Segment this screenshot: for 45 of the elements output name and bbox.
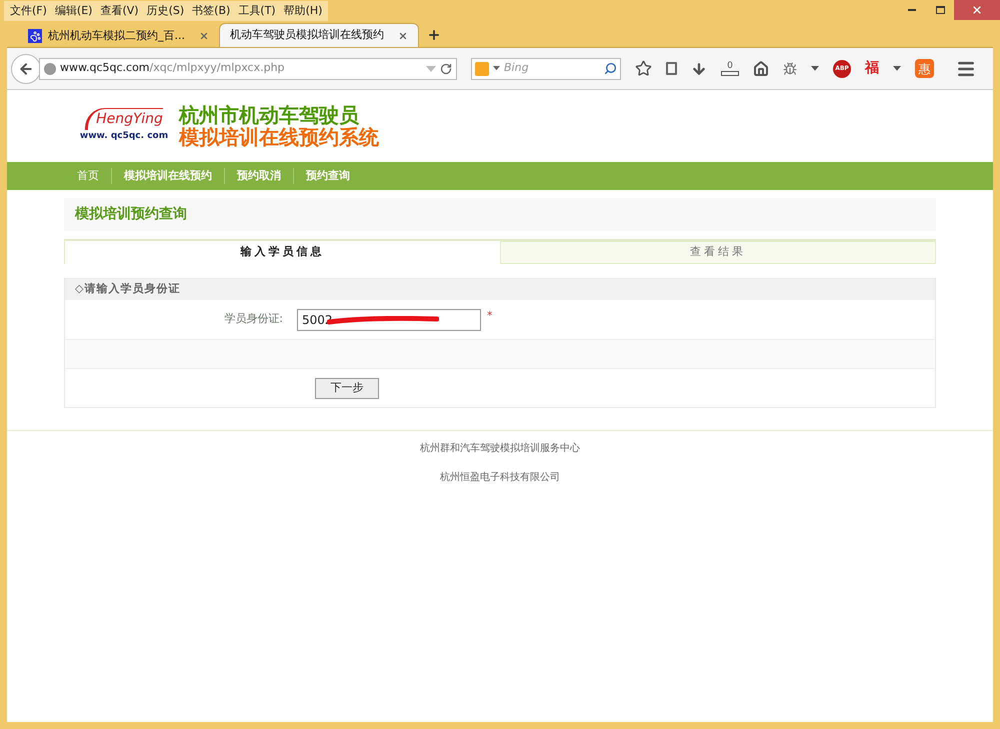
footer-text: 杭州恒盈电子科技有限公司 (440, 470, 560, 485)
bug-icon[interactable] (783, 62, 797, 76)
url-domain: www.qc5qc.com (60, 61, 150, 74)
new-tab-icon[interactable] (427, 28, 441, 42)
caret-icon[interactable] (893, 66, 901, 71)
url-path: /xqc/mlpxyy/mlpxcx.php (150, 61, 285, 74)
search-placeholder: Bing (504, 60, 530, 76)
step-tab[interactable]: 查看结果 (500, 241, 936, 264)
menu-item[interactable]: 文件(F) (6, 2, 51, 20)
caret-icon[interactable] (493, 66, 500, 71)
fu-icon[interactable]: 福 (865, 58, 879, 79)
browser-tab[interactable]: 杭州机动车模拟二预约_百... (20, 25, 217, 47)
download-icon[interactable] (691, 60, 707, 76)
menu-item[interactable]: 历史(S) (142, 2, 188, 20)
menu-item[interactable]: 书签(B) (188, 2, 234, 20)
back-icon (18, 60, 34, 76)
star-icon[interactable] (635, 60, 652, 77)
browser-tab[interactable]: 机动车驾驶员模拟培训在线预约 (219, 23, 419, 47)
search-icon[interactable] (604, 62, 617, 75)
menu-item[interactable]: 编辑(E) (50, 2, 96, 20)
reload-icon[interactable] (440, 62, 452, 74)
close-icon[interactable] (199, 31, 209, 41)
menu-item[interactable]: 帮助(H) (280, 2, 326, 20)
menu-item[interactable]: 查看(V) (96, 2, 143, 20)
address-field[interactable]: www.qc5qc.com/xqc/mlpxyy/mlpxcx.php (39, 58, 457, 80)
close-icon (971, 4, 983, 16)
tab-title: 杭州机动车模拟二预约_百... (48, 28, 185, 44)
close-icon[interactable] (398, 30, 408, 40)
next-button[interactable]: 下一步 (315, 378, 379, 398)
home-icon[interactable] (753, 60, 769, 76)
section-title: ◇请输入学员身份证 (75, 281, 180, 298)
required-mark: * (487, 308, 492, 324)
footer-text: 杭州群和汽车驾驶模拟培训服务中心 (420, 442, 580, 456)
field-label: 学员身份证: (223, 311, 284, 328)
tab-title: 机动车驾驶员模拟培训在线预约 (230, 27, 384, 44)
clipboard-icon[interactable] (666, 62, 677, 75)
site-subtitle: 模拟培训在线预约系统 (179, 126, 379, 148)
logo: HengYing www. qc5qc. com (79, 103, 169, 149)
paw-icon (28, 29, 42, 43)
menu-item[interactable]: 工具(T) (234, 2, 280, 20)
close-button[interactable] (954, 0, 1000, 20)
site-title: 杭州市机动车驾驶员 (179, 104, 359, 126)
caret-icon[interactable] (811, 66, 819, 71)
page-title: 模拟培训预约查询 (75, 204, 187, 224)
back-button[interactable] (11, 54, 41, 84)
